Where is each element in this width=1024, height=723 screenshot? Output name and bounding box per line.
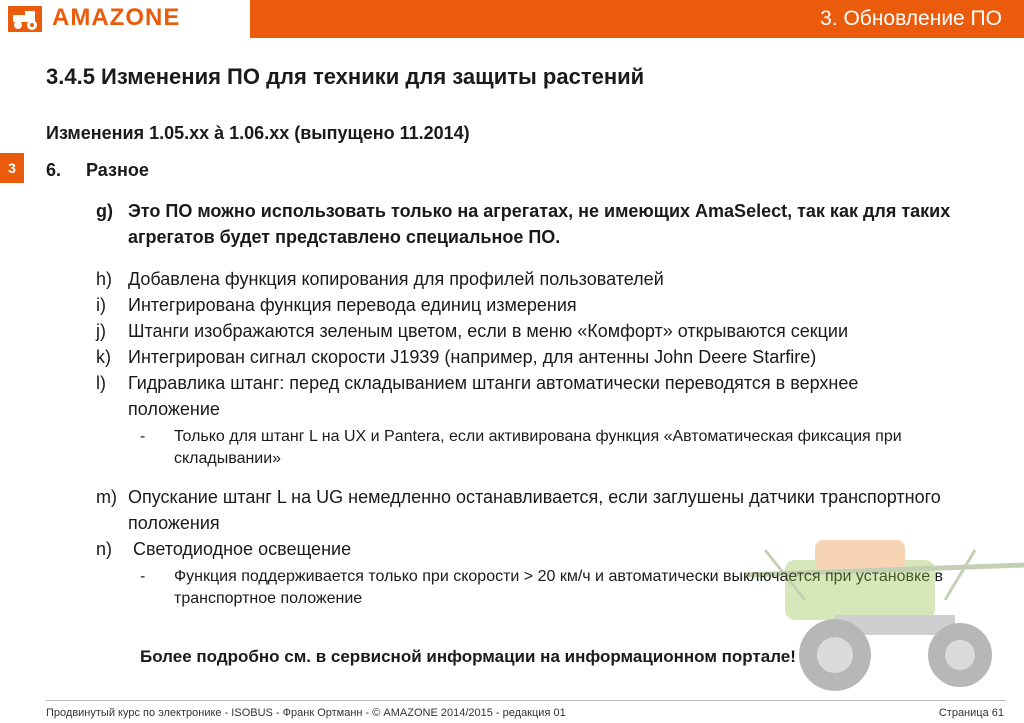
page-title: 3.4.5 Изменения ПО для техники для защит… <box>46 64 645 89</box>
item-marker: n) <box>96 539 113 559</box>
sub-dash: - <box>140 428 146 445</box>
sub-dash: - <box>140 568 146 585</box>
list-item-g: g) Это ПО можно использовать только на а… <box>96 198 986 250</box>
footer-divider <box>46 700 1006 701</box>
item-text: Гидравлика штанг: перед складыванием шта… <box>128 373 859 419</box>
item-marker: l) <box>96 373 106 393</box>
sub-text: Только для штанг L на UX и Pantera, если… <box>174 428 902 467</box>
item-text: Это ПО можно использовать только на агре… <box>128 201 951 247</box>
page-number: Страница 61 <box>938 707 1004 719</box>
list-item-l: l) Гидравлика штанг: перед складыванием … <box>96 370 948 422</box>
footer-credits: Продвинутый курс по электронике - ISOBUS… <box>46 707 566 719</box>
item-marker: i) <box>96 295 106 315</box>
page-subtitle: Изменения 1.05.xx à 1.06.xx (выпущено 11… <box>46 123 470 143</box>
heading-number: 6. <box>46 160 62 180</box>
amazone-tractor-icon <box>8 6 42 32</box>
item-marker: k) <box>96 347 111 367</box>
heading-text: Разное <box>86 160 149 180</box>
item-text: Светодиодное освещение <box>128 539 352 559</box>
list-item-i: i) Интегрирована функция перевода единиц… <box>96 292 986 318</box>
section-tab: 3 <box>0 153 24 183</box>
section-title: 3. Обновление ПО <box>820 7 1002 30</box>
list-item-j: j) Штанги изображаются зеленым цветом, е… <box>96 318 948 344</box>
sub-item-l: - Только для штанг L на UX и Pantera, ес… <box>96 426 954 470</box>
section-heading: 6. Разное <box>46 160 149 181</box>
logo: AMAZONE <box>0 0 250 38</box>
item-marker: j) <box>96 321 106 341</box>
item-marker: h) <box>96 269 113 289</box>
item-text: Интегрирована функция перевода единиц из… <box>128 295 577 315</box>
item-text: Штанги изображаются зеленым цветом, если… <box>128 321 849 341</box>
item-marker: m) <box>96 487 117 507</box>
list-item-h: h) Добавлена функция копирования для про… <box>96 266 986 292</box>
sprayer-machine-image <box>745 540 1024 691</box>
item-marker: g) <box>96 201 113 221</box>
footer-note: Более подробно см. в сервисной информаци… <box>140 647 796 666</box>
logo-text: AMAZONE <box>52 4 181 31</box>
header-bar: 3. Обновление ПО <box>250 0 1024 38</box>
item-text: Интегрирован сигнал скорости J1939 (напр… <box>128 347 817 367</box>
list-item-k: k) Интегрирован сигнал скорости J1939 (н… <box>96 344 986 370</box>
item-text: Добавлена функция копирования для профил… <box>128 269 664 289</box>
